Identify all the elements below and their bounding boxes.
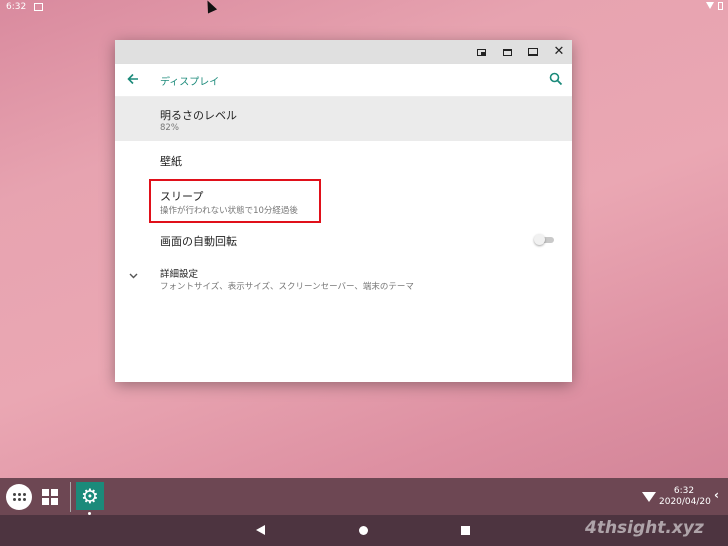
battery-icon — [718, 2, 723, 10]
windowed-button[interactable] — [500, 45, 514, 59]
taskbar-date[interactable]: 2020/04/20 — [659, 497, 711, 507]
nav-recents-icon[interactable] — [461, 526, 470, 535]
nav-home-icon[interactable] — [359, 526, 368, 535]
taskbar — [0, 478, 728, 515]
screenshot-notification-icon — [34, 3, 43, 11]
window-titlebar[interactable]: ✕ — [115, 40, 572, 64]
app-bar: ディスプレイ — [115, 64, 572, 97]
brightness-value: 82% — [160, 123, 179, 133]
brightness-label: 明るさのレベル — [160, 109, 237, 122]
chevron-left-icon[interactable]: ‹ — [714, 488, 719, 502]
pip-icon — [476, 48, 486, 56]
setting-auto-rotate[interactable]: 画面の自動回転 — [115, 228, 572, 252]
chevron-down-icon — [128, 270, 139, 284]
maximize-button[interactable] — [526, 45, 540, 59]
setting-wallpaper[interactable]: 壁紙 — [115, 148, 572, 172]
maximize-icon — [528, 48, 538, 56]
close-button[interactable]: ✕ — [552, 45, 566, 59]
advanced-label: 詳細設定 — [160, 269, 199, 280]
pip-button[interactable] — [474, 45, 488, 59]
status-time: 6:32 — [6, 2, 27, 12]
settings-app-icon[interactable]: ⚙ — [76, 482, 104, 510]
close-icon: ✕ — [553, 44, 565, 59]
auto-rotate-toggle[interactable] — [534, 234, 554, 246]
setting-advanced[interactable]: 詳細設定 フォントサイズ、表示サイズ、スクリーンセーバー、端末のテーマ — [115, 262, 572, 296]
taskbar-time[interactable]: 6:32 — [662, 486, 706, 496]
all-apps-grid-icon[interactable] — [42, 489, 58, 505]
page-title: ディスプレイ — [160, 77, 220, 88]
wifi-icon — [706, 2, 714, 9]
setting-brightness[interactable]: 明るさのレベル 82% — [115, 97, 572, 141]
wallpaper-label: 壁紙 — [160, 155, 182, 168]
app-launcher-button[interactable] — [6, 484, 32, 510]
settings-window: ✕ ディスプレイ 明るさのレベル 82% 壁紙 スリープ 操作が行われない状態で… — [115, 40, 572, 382]
back-arrow-icon[interactable] — [125, 71, 141, 87]
taskbar-divider — [70, 482, 71, 512]
sleep-highlight-box — [149, 179, 321, 223]
status-bar: 6:32 — [0, 0, 728, 14]
nav-back-icon[interactable] — [256, 525, 265, 535]
toggle-thumb — [534, 234, 545, 245]
window-icon — [502, 48, 512, 56]
advanced-summary: フォントサイズ、表示サイズ、スクリーンセーバー、端末のテーマ — [160, 282, 414, 292]
taskbar-wifi-icon[interactable] — [642, 492, 656, 502]
search-icon[interactable] — [548, 71, 564, 87]
auto-rotate-label: 画面の自動回転 — [160, 235, 237, 248]
watermark: 4thsight.xyz — [585, 518, 704, 538]
